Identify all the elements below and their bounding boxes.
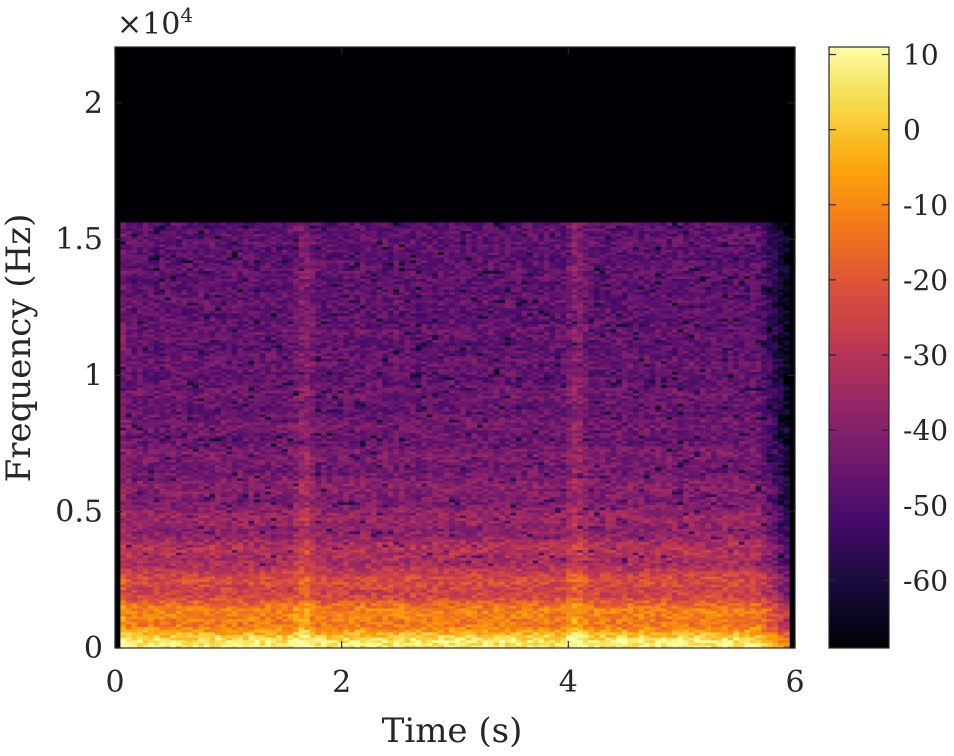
spectrogram-figure: 0246 00.511.52 ×104 Time (s) Frequency (… <box>0 3 948 751</box>
plot-area <box>115 47 795 648</box>
spectrogram-cells <box>120 222 790 648</box>
